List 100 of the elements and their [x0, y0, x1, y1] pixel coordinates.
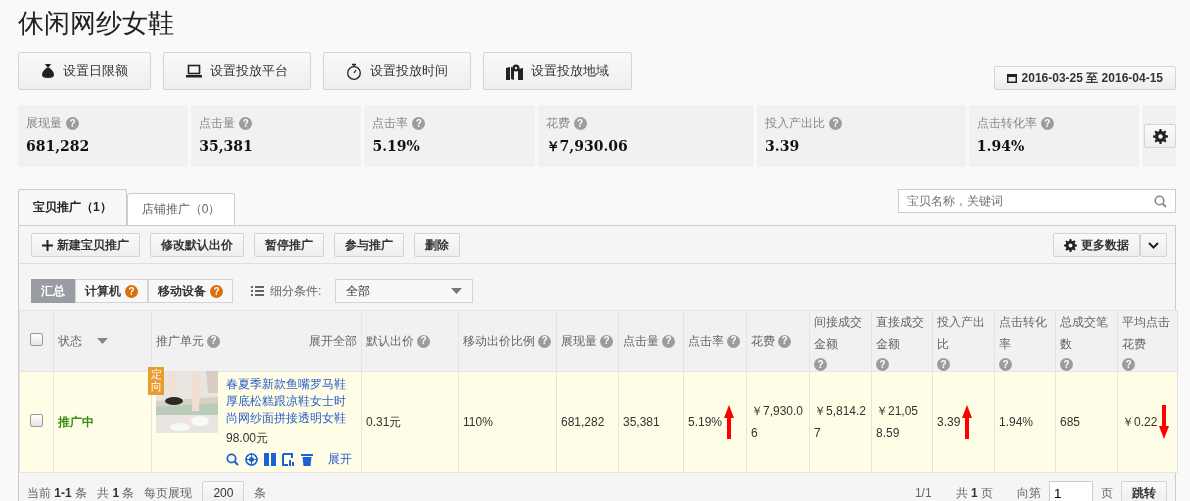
laptop-icon [186, 64, 202, 78]
action-button[interactable]: 设置投放时间 [323, 52, 471, 90]
table-cell-text: 5.19% [688, 414, 723, 431]
toolbar-button[interactable]: 新建宝贝推广 [31, 233, 140, 257]
total-text: 共 1 条 [97, 484, 135, 501]
page-title: 休闲网纱女鞋 [18, 7, 175, 40]
toolbar-button[interactable]: 暂停推广 [254, 233, 324, 257]
range-text: 当前 1-1 条 [27, 484, 88, 501]
stat-label: 点击率 [372, 115, 409, 132]
search-field[interactable]: 宝贝名称，关键词 [898, 189, 1176, 213]
chevron-down-icon [1148, 241, 1159, 249]
stat-value: 35,381 [199, 138, 254, 154]
stat-label: 点击量 [199, 115, 236, 132]
segment-button[interactable]: 移动设备 ? [148, 279, 233, 303]
column-header: 状态 [58, 333, 82, 350]
table-cell-text: 3.39 [937, 414, 961, 431]
expand-link[interactable]: 展开 [328, 451, 352, 468]
column-header: 直接成交金额 [876, 314, 925, 353]
column-header: 移动出价比例 [463, 333, 535, 350]
dropdown-button[interactable] [1140, 233, 1167, 257]
pause-icon[interactable] [264, 453, 276, 466]
down-arrow-icon [1159, 405, 1170, 439]
badge: 定向 [148, 367, 164, 396]
stat-label: 点击转化率 [976, 115, 1037, 132]
column-header: 投入产出比 [937, 314, 986, 353]
money-bag-icon [41, 63, 55, 79]
target-icon[interactable] [245, 453, 258, 466]
settings-icon [1152, 128, 1168, 144]
column-header: 总成交笔数 [1060, 314, 1109, 353]
column-header: 默认出价 [366, 333, 414, 350]
column-header: 花费 [751, 333, 775, 350]
table-cell-text: ￥21,058.59 [876, 403, 920, 442]
status-text: 推广中 [58, 414, 94, 429]
up-arrow-icon [724, 405, 735, 439]
filter-label: 细分条件: [270, 282, 322, 300]
sort-caret-icon[interactable] [97, 338, 108, 344]
calendar-icon [1006, 73, 1017, 83]
per-page-label: 每页展现 [144, 484, 193, 501]
product-price: 98.00元 [226, 430, 270, 447]
help-icon[interactable]: ? [125, 284, 138, 298]
stat-value: 5.19% [372, 138, 421, 154]
column-header: 推广单元 [156, 333, 204, 350]
stat-label: 展现量 [26, 115, 62, 132]
product-title-link[interactable]: 春夏季新款鱼嘴罗马鞋厚底松糕跟凉鞋女士时尚网纱面拼接透明女鞋 [226, 376, 352, 427]
caret-icon [451, 288, 463, 294]
up-arrow-icon [962, 405, 973, 439]
trash-icon[interactable] [301, 453, 313, 466]
checkbox[interactable] [30, 333, 43, 346]
column-header: 点击率 [688, 333, 724, 350]
help-icon[interactable]: ? [210, 284, 223, 298]
settings-button[interactable] [1144, 124, 1176, 148]
plus-icon [42, 239, 53, 251]
column-header: 点击转化率 [999, 314, 1048, 353]
list-icon [251, 286, 264, 296]
chart-icon[interactable] [282, 453, 295, 466]
more-data-button[interactable]: 更多数据 [1053, 233, 1140, 257]
jump-button[interactable]: 跳转 [1121, 481, 1167, 501]
column-header: 展现量 [561, 333, 597, 350]
table-cell-text: ￥5,814.27 [814, 403, 867, 442]
page-count: 共 1 页 [955, 484, 993, 501]
filter-dropdown[interactable]: 全部 [335, 279, 474, 303]
search-icon[interactable] [1154, 195, 1167, 208]
stat-label: 花费 [545, 115, 570, 132]
table-cell-text: 110% [463, 414, 493, 431]
action-button[interactable]: 设置投放地域 [483, 52, 632, 90]
table-cell-text: 0.31元 [366, 414, 402, 431]
toolbar-button[interactable]: 参与推广 [334, 233, 404, 257]
stopwatch-icon [346, 62, 362, 80]
segment-button[interactable]: 计算机 ? [75, 279, 148, 303]
toolbar-button[interactable]: 删除 [414, 233, 460, 257]
table-cell-text: 1.94% [999, 414, 1034, 431]
page-size-button[interactable]: 200 [202, 481, 245, 501]
search-icon[interactable] [226, 453, 239, 466]
column-header: 间接成交金额 [814, 314, 863, 353]
expand-all-link[interactable]: 展开全部 [309, 330, 357, 352]
stat-value: ￥7,930.06 [545, 138, 629, 156]
tab[interactable]: 宝贝推广（1） [18, 189, 127, 225]
settings-icon [1064, 238, 1077, 252]
toolbar-button[interactable]: 修改默认出价 [150, 233, 244, 257]
stat-value: 1.94% [976, 138, 1026, 154]
goto-label: 向第 [1017, 484, 1041, 501]
table-cell-text: 681,282 [561, 414, 605, 431]
action-button[interactable]: 设置投放平台 [163, 52, 311, 90]
table-cell-text: 685 [1060, 414, 1081, 431]
column-header: 点击量 [623, 333, 659, 350]
column-header: 平均点击花费 [1122, 314, 1171, 353]
stat-value: 681,282 [26, 138, 91, 154]
stat-value: 3.39 [765, 138, 801, 154]
page-indicator: 1/1 [914, 486, 932, 500]
date-range-button[interactable]: 2016-03-25 至 2016-04-15 [993, 66, 1176, 90]
table-cell-text: ￥7,930.06 [751, 403, 805, 442]
stat-label: 投入产出比 [765, 115, 826, 132]
checkbox[interactable] [30, 414, 43, 427]
action-button[interactable]: 设置日限额 [18, 52, 151, 90]
table-cell-text: ￥0.22 [1122, 414, 1158, 431]
table-cell-text: 35,381 [623, 414, 660, 431]
unit-label: 条 [254, 484, 267, 501]
tab[interactable]: 店铺推广（0） [126, 193, 236, 225]
page-unit-label: 页 [1101, 484, 1113, 501]
page-input[interactable]: 1 [1049, 481, 1093, 501]
